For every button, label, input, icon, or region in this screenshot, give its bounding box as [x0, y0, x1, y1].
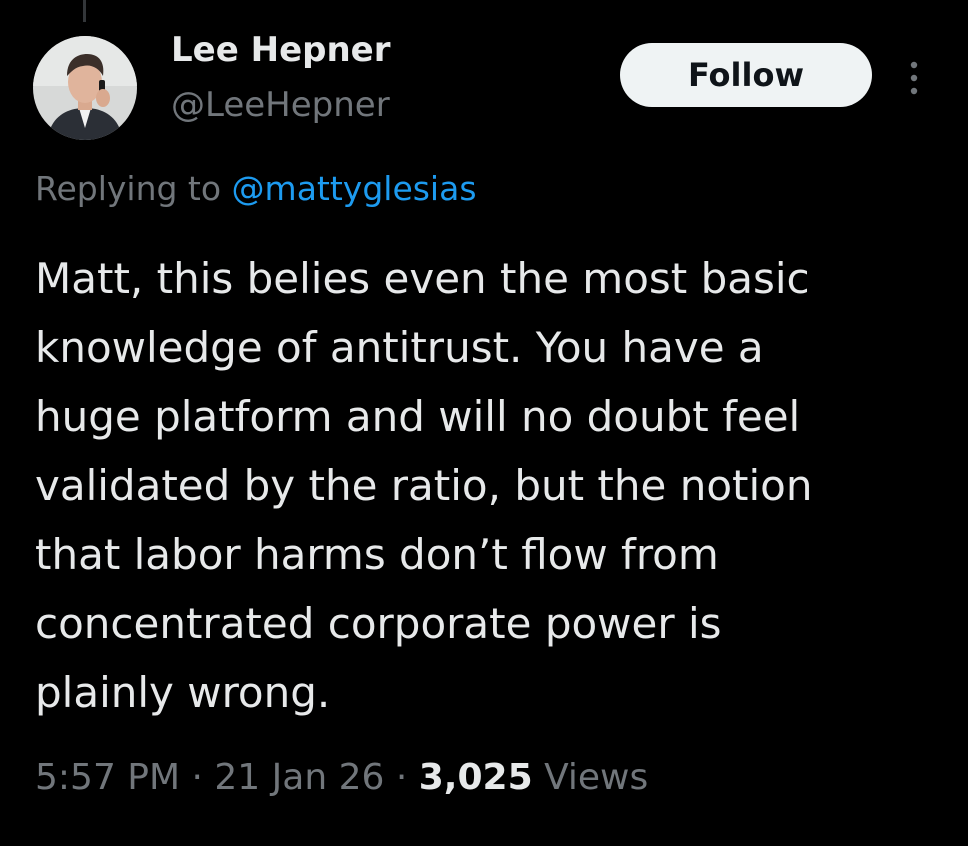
tweet-text-line: validated by the ratio, but the notion: [35, 461, 813, 510]
meta-separator: ·: [384, 757, 419, 798]
follow-button-label: Follow: [687, 56, 805, 94]
reply-context: Replying to @mattyglesias: [35, 169, 477, 208]
reply-mention-link[interactable]: @mattyglesias: [232, 169, 477, 208]
avatar-photo: [33, 36, 137, 140]
tweet-time[interactable]: 5:57 PM: [35, 757, 180, 798]
tweet-text-line: concentrated corporate power is: [35, 599, 722, 648]
reply-context-prefix: Replying to: [35, 169, 232, 208]
more-vertical-icon: [910, 61, 918, 95]
author-handle[interactable]: @LeeHepner: [171, 85, 390, 125]
author-display-name[interactable]: Lee Hepner: [171, 30, 391, 70]
tweet-text-line: plainly wrong.: [35, 668, 331, 717]
thread-connector-line: [83, 0, 86, 22]
tweet-meta: 5:57 PM · 21 Jan 26 · 3,025 Views: [35, 757, 648, 798]
tweet-text-line: knowledge of antitrust. You have a: [35, 323, 764, 372]
tweet-text-line: that labor harms don’t flow from: [35, 530, 719, 579]
avatar[interactable]: [33, 36, 137, 140]
meta-separator: ·: [180, 757, 215, 798]
more-options-button[interactable]: [900, 58, 928, 98]
tweet-date[interactable]: 21 Jan 26: [214, 757, 384, 798]
tweet-text-line: huge platform and will no doubt feel: [35, 392, 801, 441]
tweet-text-line: Matt, this belies even the most basic: [35, 254, 810, 303]
views-count[interactable]: 3,025: [419, 757, 533, 798]
views-label: Views: [532, 757, 649, 798]
follow-button[interactable]: Follow: [620, 43, 872, 107]
tweet-text: Matt, this belies even the most basic kn…: [35, 244, 955, 727]
